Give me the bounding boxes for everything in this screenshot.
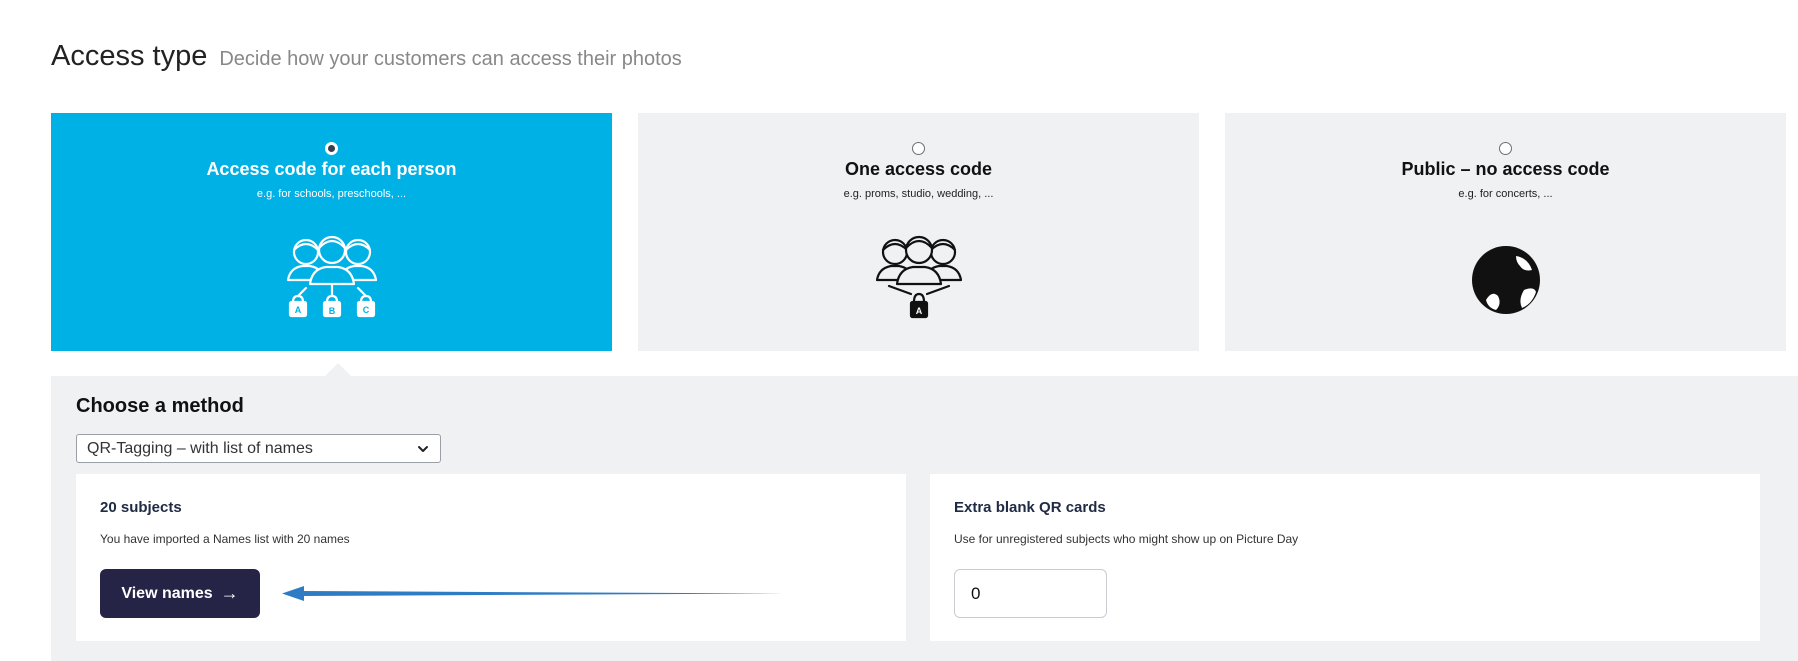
- page-title: Access type: [51, 40, 208, 72]
- access-option-per-person[interactable]: Access code for each person e.g. for sch…: [51, 113, 612, 351]
- lock-letter-a: A: [294, 305, 301, 315]
- option-description: e.g. for schools, preschools, ...: [256, 188, 407, 200]
- access-option-one-code[interactable]: One access code e.g. proms, studio, wedd…: [638, 113, 1199, 351]
- extra-cards-card: Extra blank QR cards Use for unregistere…: [930, 474, 1760, 641]
- option-description: e.g. proms, studio, wedding, ...: [843, 188, 994, 200]
- annotation-arrow-icon: [282, 586, 784, 601]
- lock-letter-b: B: [328, 306, 335, 316]
- group-multiple-locks-icon: A B C: [286, 235, 377, 318]
- page-subtitle: Decide how your customers can access the…: [219, 48, 682, 70]
- extra-cards-title: Extra blank QR cards: [954, 499, 1106, 516]
- option-title: Public – no access code: [1401, 159, 1610, 179]
- method-select-value: QR-Tagging – with list of names: [87, 440, 313, 457]
- subjects-title: 20 subjects: [100, 499, 182, 516]
- group-single-lock-icon: A: [875, 235, 962, 319]
- option-title: One access code: [844, 159, 993, 179]
- method-title: Choose a method: [76, 395, 244, 417]
- view-names-label: View names: [121, 584, 213, 602]
- extra-cards-description: Use for unregistered subjects who might …: [954, 532, 1299, 546]
- radio-public[interactable]: [1499, 142, 1512, 155]
- arrow-right-icon: →: [220, 583, 239, 603]
- section-header: Access type Decide how your customers ca…: [51, 40, 682, 73]
- globe-icon: [1471, 246, 1540, 314]
- selected-pointer: [325, 363, 351, 376]
- subjects-card: 20 subjects You have imported a Names li…: [76, 474, 906, 641]
- view-names-button[interactable]: View names →: [100, 569, 260, 618]
- subjects-description: You have imported a Names list with 20 n…: [100, 532, 350, 546]
- radio-per-person[interactable]: [325, 142, 338, 155]
- lock-letter-c: C: [362, 305, 369, 315]
- lock-letter-a: A: [915, 306, 922, 316]
- option-description: e.g. for concerts, ...: [1458, 188, 1553, 200]
- method-select[interactable]: QR-Tagging – with list of names: [76, 434, 441, 463]
- chevron-down-icon: [418, 446, 428, 452]
- option-title: Access code for each person: [206, 159, 457, 179]
- method-panel: Choose a method QR-Tagging – with list o…: [51, 376, 1798, 661]
- radio-one-code[interactable]: [912, 142, 925, 155]
- extra-cards-input[interactable]: 0: [954, 569, 1107, 618]
- access-option-public[interactable]: Public – no access code e.g. for concert…: [1225, 113, 1786, 351]
- extra-cards-value: 0: [971, 584, 981, 603]
